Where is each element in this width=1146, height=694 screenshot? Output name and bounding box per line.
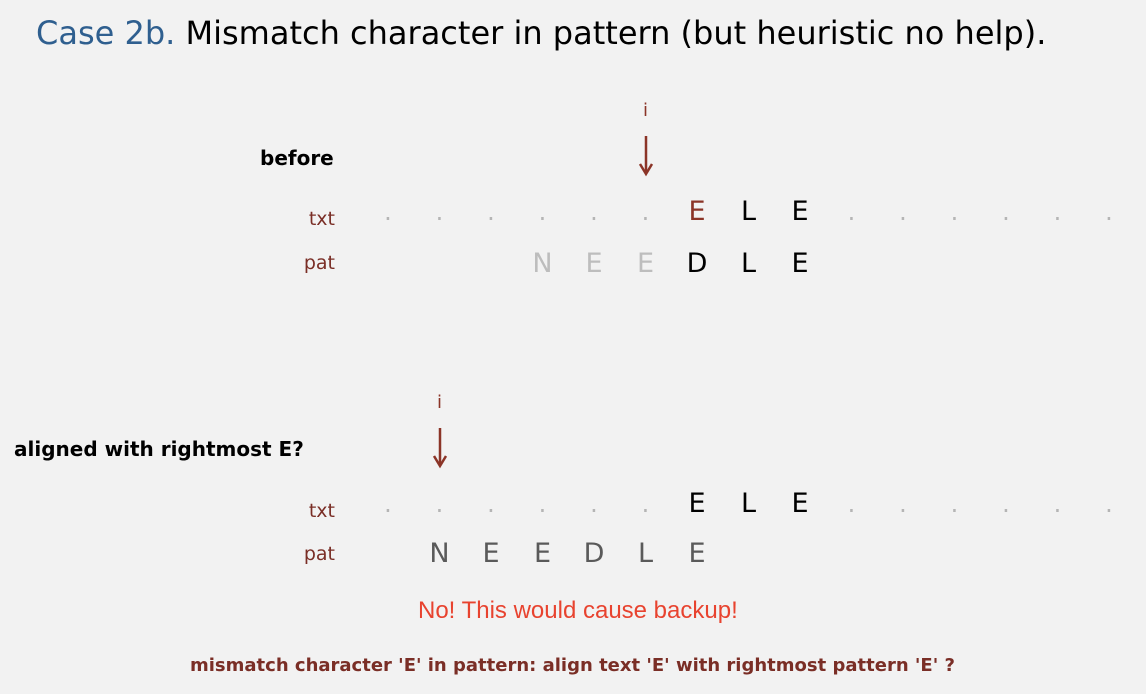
pat-char: D	[686, 248, 708, 279]
index-i-label: i	[436, 392, 442, 413]
txt-row-label: txt	[308, 208, 335, 230]
txt-char: .	[899, 198, 907, 226]
pat-row-label: pat	[303, 543, 335, 565]
down-arrow-icon	[432, 428, 447, 469]
pat-char: E	[585, 248, 603, 279]
txt-char: .	[1105, 198, 1113, 226]
txt-char: .	[950, 198, 959, 226]
txt-char: .	[487, 198, 495, 226]
txt-char: L	[740, 196, 757, 227]
pat-char: E	[791, 248, 809, 279]
txt-char: E	[688, 488, 706, 519]
txt-char: E	[791, 488, 809, 519]
txt-char: .	[1002, 490, 1010, 518]
txt-char: .	[590, 198, 598, 226]
txt-char: .	[1002, 198, 1010, 226]
pat-row-label: pat	[303, 252, 335, 274]
footer-caption: mismatch character 'E' in pattern: align…	[190, 655, 955, 676]
pat-char: E	[533, 538, 552, 569]
txt-char: E	[791, 196, 809, 227]
case-description: Mismatch character in pattern (but heuri…	[185, 14, 1047, 52]
pat-char: L	[740, 248, 757, 279]
txt-char: .	[538, 198, 547, 226]
txt-char: .	[1053, 198, 1062, 226]
panel-aligned-label: aligned with rightmost E?	[14, 437, 304, 461]
txt-char: .	[435, 490, 444, 518]
txt-row-label: txt	[308, 500, 335, 522]
txt-char: .	[384, 198, 392, 226]
txt-char: E	[688, 196, 706, 227]
pat-char: E	[482, 538, 500, 569]
pat-char: E	[688, 538, 706, 569]
pat-char: N	[429, 538, 450, 569]
txt-char: .	[899, 490, 907, 518]
panel-before-label: before	[260, 146, 334, 170]
txt-char: .	[435, 198, 444, 226]
txt-char: .	[590, 490, 598, 518]
slide-title: Case 2b. Mismatch character in pattern (…	[36, 14, 1046, 52]
txt-char: .	[641, 490, 650, 518]
txt-char: .	[847, 490, 856, 518]
txt-char: .	[538, 490, 547, 518]
down-arrow-icon	[638, 136, 653, 177]
pat-char: N	[532, 248, 553, 279]
txt-char: .	[487, 490, 495, 518]
backup-warning: No! This would cause backup!	[418, 597, 738, 624]
pat-char: L	[637, 538, 654, 569]
txt-char: .	[847, 198, 856, 226]
pat-char: D	[583, 538, 605, 569]
txt-char: .	[1105, 490, 1113, 518]
txt-char: .	[384, 490, 392, 518]
txt-char: .	[950, 490, 959, 518]
case-label: Case 2b.	[36, 14, 176, 52]
txt-char: .	[641, 198, 650, 226]
pat-char: E	[636, 248, 655, 279]
index-i-label: i	[642, 100, 648, 121]
txt-char: L	[740, 488, 757, 519]
txt-char: .	[1053, 490, 1062, 518]
